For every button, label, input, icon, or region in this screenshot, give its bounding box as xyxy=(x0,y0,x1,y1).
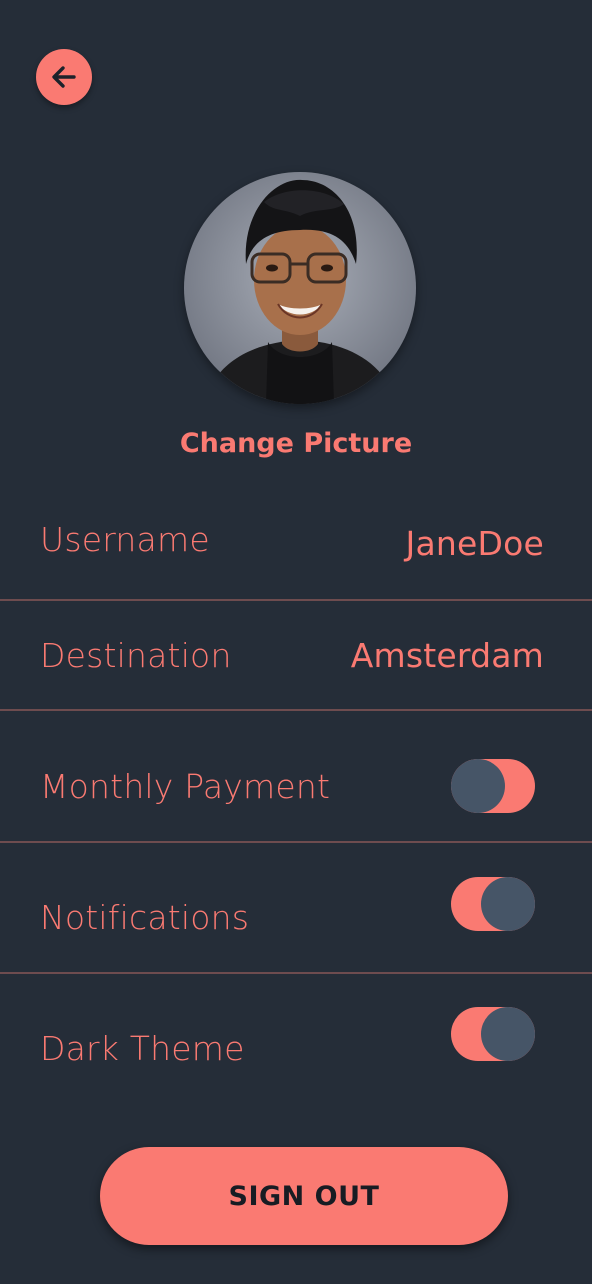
avatar-photo xyxy=(184,172,416,404)
destination-value[interactable]: Amsterdam xyxy=(351,636,544,675)
toggle-knob xyxy=(451,759,505,813)
monthly-payment-label: Monthly Payment xyxy=(40,767,331,806)
username-value[interactable]: JaneDoe xyxy=(406,524,544,563)
username-label: Username xyxy=(40,520,210,559)
back-button[interactable] xyxy=(36,49,92,105)
toggle-knob xyxy=(481,877,535,931)
divider xyxy=(0,709,592,711)
dark-theme-toggle[interactable] xyxy=(451,1007,535,1061)
avatar xyxy=(184,172,416,404)
notifications-toggle[interactable] xyxy=(451,877,535,931)
sign-out-button[interactable]: SIGN OUT xyxy=(100,1147,508,1245)
divider xyxy=(0,972,592,974)
destination-label: Destination xyxy=(40,636,232,675)
divider xyxy=(0,841,592,843)
toggle-knob xyxy=(481,1007,535,1061)
dark-theme-label: Dark Theme xyxy=(40,1029,245,1068)
monthly-payment-toggle[interactable] xyxy=(451,759,535,813)
change-picture-link[interactable]: Change Picture xyxy=(0,428,592,459)
divider xyxy=(0,599,592,601)
arrow-left-icon xyxy=(52,66,76,88)
notifications-label: Notifications xyxy=(40,898,250,937)
